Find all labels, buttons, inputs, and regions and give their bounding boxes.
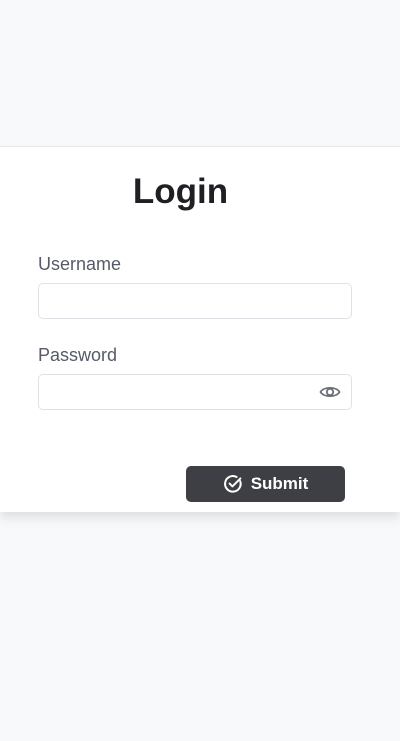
page-title: Login — [132, 172, 229, 211]
eye-icon[interactable] — [318, 382, 342, 402]
submit-label: Submit — [250, 474, 309, 493]
password-field[interactable] — [38, 374, 352, 410]
username-field[interactable] — [38, 283, 352, 319]
submit-button[interactable]: Submit — [186, 466, 345, 502]
login-card: Login Username Password Submit — [0, 146, 400, 512]
username-label: Username — [38, 254, 122, 274]
password-label: Password — [38, 345, 118, 365]
check-circle-icon — [223, 474, 243, 494]
